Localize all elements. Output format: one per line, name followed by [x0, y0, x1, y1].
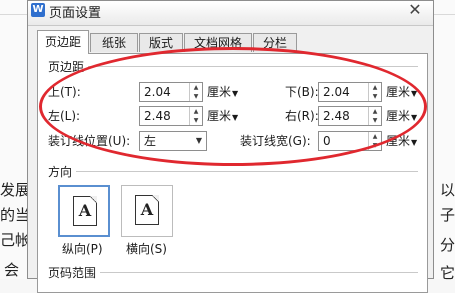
- spin-up-icon[interactable]: ▲: [369, 107, 381, 116]
- chevron-down-icon: ▼: [411, 89, 418, 98]
- top-margin-value: 2.04: [144, 85, 171, 99]
- page-setup-dialog: W 页面设置 ✕ 页边距 纸张 版式 文档网格 分栏 页边距 上(T): 2.0…: [27, 0, 434, 293]
- right-margin-input[interactable]: 2.48 ▲ ▼: [318, 106, 382, 126]
- left-margin-value: 2.48: [144, 109, 171, 123]
- tab-document-grid[interactable]: 文档网格: [184, 33, 252, 52]
- spin-buttons[interactable]: ▲ ▼: [368, 83, 381, 101]
- top-margin-unit[interactable]: 厘米▼: [207, 82, 238, 104]
- document-text-fragment: 会: [4, 261, 20, 279]
- landscape-button[interactable]: A: [121, 185, 173, 237]
- portrait-button[interactable]: A: [58, 185, 110, 237]
- document-text-fragment: 己帐: [0, 231, 31, 249]
- dialog-title: 页面设置: [49, 6, 102, 21]
- section-divider: [78, 66, 418, 67]
- spin-up-icon[interactable]: ▲: [369, 132, 381, 141]
- bottom-margin-value: 2.04: [323, 85, 350, 99]
- gutter-position-value: 左: [144, 134, 157, 148]
- right-margin-label: 右(R):: [285, 109, 319, 123]
- tab-margins[interactable]: 页边距: [37, 30, 89, 54]
- document-text-fragment: 的当: [0, 206, 31, 224]
- chevron-down-icon: ▼: [232, 113, 239, 122]
- unit-label: 厘米: [386, 109, 411, 123]
- unit-label: 厘米: [207, 85, 232, 99]
- top-margin-input[interactable]: 2.04 ▲ ▼: [139, 82, 203, 102]
- spin-down-icon[interactable]: ▼: [190, 116, 202, 125]
- close-button[interactable]: ✕: [405, 1, 425, 19]
- dialog-titlebar[interactable]: W 页面设置 ✕: [28, 1, 433, 26]
- gutter-position-select[interactable]: 左 ▼: [139, 131, 207, 151]
- gutter-width-input[interactable]: 0 ▲ ▼: [318, 131, 382, 151]
- tab-layout[interactable]: 版式: [139, 33, 183, 52]
- margins-section-label: 页边距: [48, 58, 89, 75]
- unit-label: 厘米: [386, 85, 411, 99]
- gutter-position-label: 装订线位置(U):: [48, 134, 131, 148]
- section-divider: [74, 171, 418, 172]
- spin-down-icon[interactable]: ▼: [190, 92, 202, 101]
- document-text-fragment: 以: [440, 181, 455, 199]
- page-range-section-label: 页码范围: [48, 264, 101, 281]
- right-margin-value: 2.48: [323, 109, 350, 123]
- wps-app-icon: W: [31, 3, 45, 17]
- left-margin-input[interactable]: 2.48 ▲ ▼: [139, 106, 203, 126]
- spin-buttons[interactable]: ▲ ▼: [189, 107, 202, 125]
- chevron-down-icon: ▼: [411, 113, 418, 122]
- spin-up-icon[interactable]: ▲: [369, 83, 381, 92]
- left-margin-unit[interactable]: 厘米▼: [207, 106, 238, 128]
- tab-columns[interactable]: 分栏: [253, 33, 297, 52]
- unit-label: 厘米: [207, 109, 232, 123]
- bottom-margin-input[interactable]: 2.04 ▲ ▼: [318, 82, 382, 102]
- unit-label: 厘米: [386, 134, 411, 148]
- tab-panel-margins: 页边距 上(T): 2.04 ▲ ▼ 厘米▼ 下(B): 2.04 ▲ ▼ 厘米…: [37, 53, 428, 293]
- bottom-margin-unit[interactable]: 厘米▼: [386, 82, 417, 104]
- section-divider: [98, 272, 418, 273]
- spin-up-icon[interactable]: ▲: [190, 107, 202, 116]
- right-margin-unit[interactable]: 厘米▼: [386, 106, 417, 128]
- landscape-page-icon: A: [135, 195, 159, 225]
- spin-buttons[interactable]: ▲ ▼: [189, 83, 202, 101]
- top-margin-label: 上(T):: [48, 85, 81, 99]
- spin-down-icon[interactable]: ▼: [369, 141, 381, 150]
- document-text-fragment: 子: [440, 206, 455, 224]
- spin-buttons[interactable]: ▲ ▼: [368, 107, 381, 125]
- portrait-page-icon: A: [73, 196, 97, 226]
- chevron-down-icon: ▼: [232, 89, 239, 98]
- chevron-down-icon: ▼: [411, 138, 418, 147]
- portrait-label: 纵向(P): [62, 242, 103, 256]
- spin-down-icon[interactable]: ▼: [369, 116, 381, 125]
- gutter-width-label: 装订线宽(G):: [240, 134, 311, 148]
- spin-down-icon[interactable]: ▼: [369, 92, 381, 101]
- landscape-label: 横向(S): [126, 242, 167, 256]
- gutter-width-unit[interactable]: 厘米▼: [386, 131, 417, 153]
- chevron-down-icon: ▼: [195, 136, 202, 145]
- gutter-width-value: 0: [323, 134, 331, 148]
- spin-up-icon[interactable]: ▲: [190, 83, 202, 92]
- orientation-section-label: 方向: [48, 163, 77, 180]
- spin-buttons[interactable]: ▲ ▼: [368, 132, 381, 150]
- left-margin-label: 左(L):: [48, 109, 81, 123]
- document-text-fragment: 发展: [0, 181, 31, 199]
- bottom-margin-label: 下(B):: [285, 85, 319, 99]
- document-text-fragment: 分: [440, 236, 455, 254]
- tab-paper[interactable]: 纸张: [90, 33, 138, 52]
- document-text-fragment: 它: [440, 264, 455, 282]
